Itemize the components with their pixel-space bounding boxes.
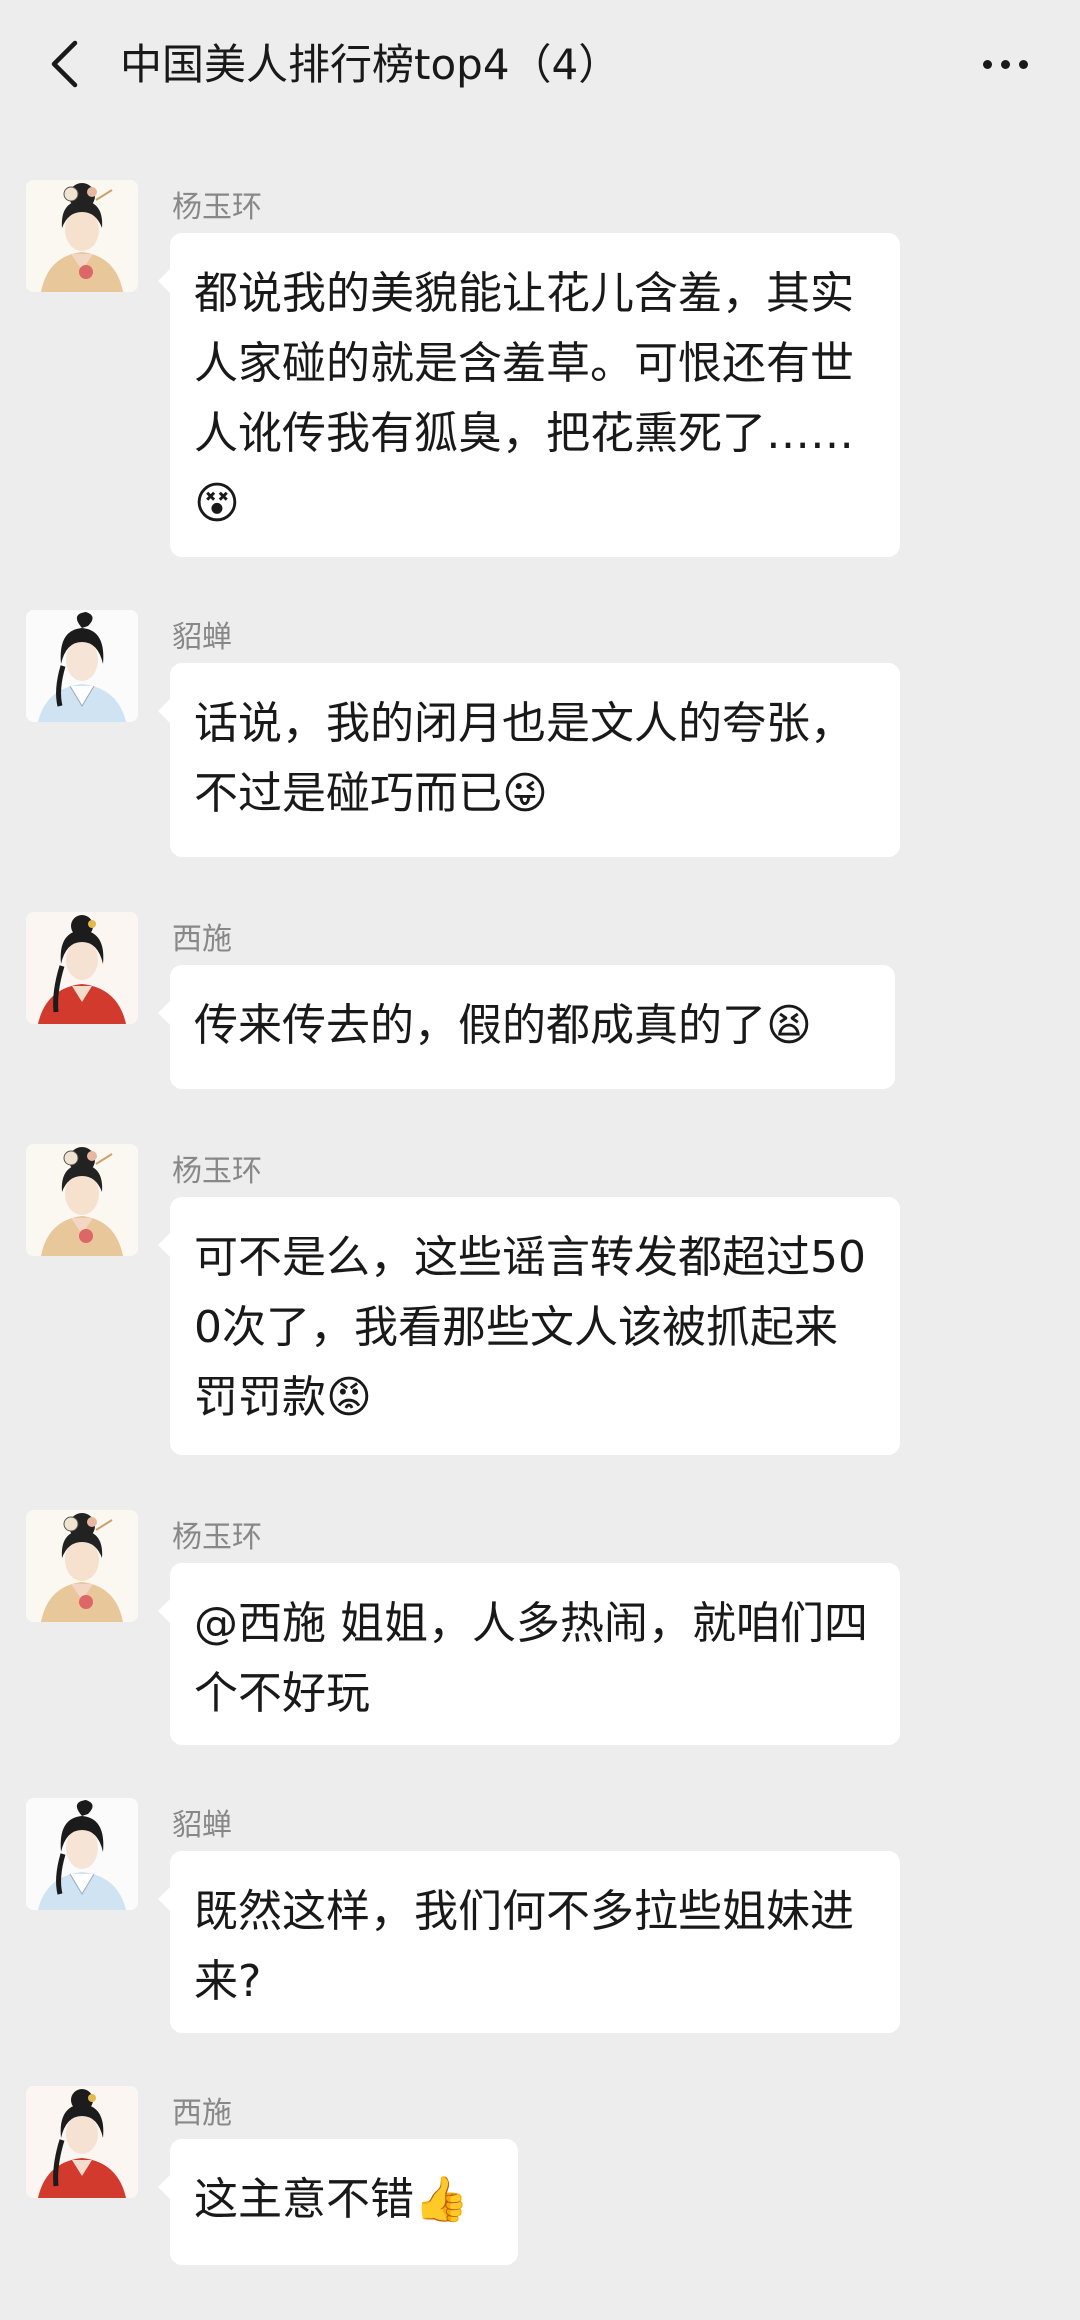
message-item: 杨玉环 都说我的美貌能让花儿含羞，其实人家碰的就是含羞草。可恨还有世人讹传我有狐… — [0, 130, 1080, 560]
avatar-yangyuhuan[interactable] — [26, 180, 138, 292]
avatar-portrait-icon — [26, 1798, 138, 1910]
back-button[interactable] — [36, 30, 92, 98]
sender-name: 西施 — [172, 922, 232, 957]
sender-name: 杨玉环 — [172, 1520, 262, 1555]
avatar-portrait-icon — [26, 912, 138, 1024]
avatar-yangyuhuan[interactable] — [26, 1510, 138, 1622]
avatar-portrait-icon — [26, 610, 138, 722]
message-item: 西施 传来传去的，假的都成真的了😫 — [0, 862, 1080, 1094]
sender-name: 西施 — [172, 2096, 232, 2131]
message-bubble[interactable]: 话说，我的闭月也是文人的夸张，不过是碰巧而已😜 — [158, 663, 900, 857]
sender-name: 貂蝉 — [172, 620, 232, 655]
message-item: 貂蝉 话说，我的闭月也是文人的夸张，不过是碰巧而已😜 — [0, 560, 1080, 862]
more-button[interactable] — [960, 34, 1050, 94]
message-bubble[interactable]: 这主意不错👍 — [158, 2139, 518, 2265]
top-bar: 中国美人排行榜top4（4） — [0, 0, 1080, 130]
avatar-yangyuhuan[interactable] — [26, 1144, 138, 1256]
avatar-portrait-icon — [26, 1510, 138, 1622]
message-item: 西施 这主意不错👍 — [0, 2036, 1080, 2320]
message-item: 杨玉环 可不是么，这些谣言转发都超过500次了，我看那些文人该被抓起来罚罚款😡 — [0, 1094, 1080, 1460]
message-bubble[interactable]: 既然这样，我们何不多拉些姐妹进来? — [158, 1851, 900, 2033]
avatar-portrait-icon — [26, 1144, 138, 1256]
message-item: 貂蝉 既然这样，我们何不多拉些姐妹进来? — [0, 1748, 1080, 2036]
more-dots-icon — [982, 59, 992, 69]
avatar-diaochan[interactable] — [26, 610, 138, 722]
more-dot — [1018, 59, 1028, 69]
message-bubble[interactable]: @西施 姐姐，人多热闹，就咱们四个不好玩 — [158, 1563, 900, 1745]
chat-title: 中国美人排行榜top4（4） — [120, 40, 621, 89]
avatar-xishi[interactable] — [26, 2086, 138, 2198]
message-bubble[interactable]: 传来传去的，假的都成真的了😫 — [158, 965, 895, 1089]
message-item: 杨玉环 @西施 姐姐，人多热闹，就咱们四个不好玩 — [0, 1460, 1080, 1748]
avatar-portrait-icon — [26, 2086, 138, 2198]
chevron-left-icon — [51, 40, 78, 88]
avatar-xishi[interactable] — [26, 912, 138, 1024]
sender-name: 貂蝉 — [172, 1808, 232, 1843]
message-list[interactable]: 杨玉环 都说我的美貌能让花儿含羞，其实人家碰的就是含羞草。可恨还有世人讹传我有狐… — [0, 130, 1080, 2320]
more-dot — [1000, 59, 1010, 69]
message-bubble[interactable]: 都说我的美貌能让花儿含羞，其实人家碰的就是含羞草。可恨还有世人讹传我有狐臭，把花… — [158, 233, 900, 557]
avatar-portrait-icon — [26, 180, 138, 292]
sender-name: 杨玉环 — [172, 190, 262, 225]
message-bubble[interactable]: 可不是么，这些谣言转发都超过500次了，我看那些文人该被抓起来罚罚款😡 — [158, 1197, 900, 1455]
avatar-diaochan[interactable] — [26, 1798, 138, 1910]
sender-name: 杨玉环 — [172, 1154, 262, 1189]
